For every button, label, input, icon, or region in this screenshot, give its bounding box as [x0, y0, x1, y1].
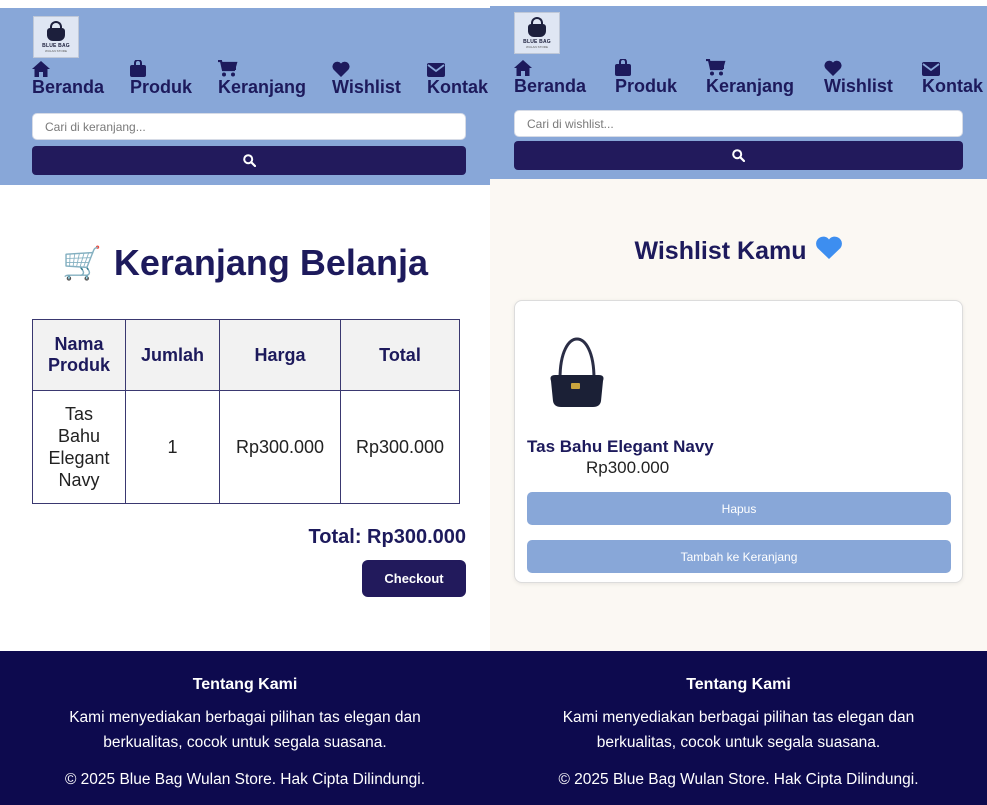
nav-item-beranda[interactable]: Beranda — [514, 58, 586, 96]
envelope-icon — [922, 58, 940, 76]
wishlist-title-text: Wishlist Kamu — [634, 237, 807, 265]
heart-icon — [332, 59, 350, 77]
nav-label: Produk — [130, 77, 193, 97]
logo-tagline-text: WULAN STORE — [526, 45, 548, 49]
nav-label: Keranjang — [218, 77, 307, 97]
cart-icon — [706, 58, 726, 76]
checkout-button[interactable]: Checkout — [362, 560, 466, 597]
shopping-bag-icon — [130, 59, 146, 77]
cell-quantity: 1 — [125, 390, 220, 504]
site-footer: Tentang Kami Kami menyediakan berbagai p… — [490, 651, 987, 805]
nav-item-produk[interactable]: Produk — [615, 58, 677, 96]
nav-item-wishlist[interactable]: Wishlist — [824, 58, 893, 96]
nav-item-beranda[interactable]: Beranda — [32, 59, 104, 97]
nav-item-keranjang[interactable]: Keranjang — [218, 59, 306, 97]
nav-label: Wishlist — [332, 77, 401, 97]
footer-description: Kami menyediakan berbagai pilihan tas el… — [0, 705, 490, 755]
wishlist-page-title: Wishlist Kamu — [490, 236, 987, 267]
product-image[interactable] — [545, 331, 609, 409]
nav-item-produk[interactable]: Produk — [130, 59, 192, 97]
nav-item-kontak[interactable]: Kontak — [427, 59, 488, 97]
shopping-cart-emoji-icon: 🛒 — [62, 245, 102, 281]
nav-label: Beranda — [32, 77, 105, 97]
heart-icon — [824, 58, 842, 76]
overflow-column-edge — [459, 319, 468, 391]
cell-total: Rp300.000 — [340, 390, 460, 504]
home-icon — [32, 59, 50, 77]
cart-search-input[interactable] — [32, 113, 466, 140]
cart-page-title: 🛒 Keranjang Belanja — [0, 242, 490, 284]
cell-price: Rp300.000 — [219, 390, 341, 504]
table-row: Tas Bahu Elegant Navy 1 Rp300.000 Rp300.… — [32, 390, 468, 504]
nav-label: Keranjang — [706, 76, 795, 96]
site-footer: Tentang Kami Kami menyediakan berbagai p… — [0, 651, 490, 805]
remove-from-wishlist-button[interactable]: Hapus — [527, 492, 951, 525]
cart-title-text: Keranjang Belanja — [113, 242, 428, 283]
brand-logo[interactable]: BLUE BAG WULAN STORE — [33, 16, 79, 58]
wishlist-page-panel: BLUE BAG WULAN STORE Beranda Produk Kera… — [490, 0, 987, 805]
cart-table-header-row: Nama Produk Jumlah Harga Total — [32, 319, 468, 391]
nav-label: Kontak — [922, 76, 984, 96]
overflow-column-edge — [459, 390, 468, 504]
site-header: BLUE BAG WULAN STORE Beranda Produk Kera… — [0, 8, 490, 185]
site-header: BLUE BAG WULAN STORE Beranda Produk Kera… — [490, 6, 987, 179]
footer-copyright: © 2025 Blue Bag Wulan Store. Hak Cipta D… — [558, 771, 919, 788]
footer-description-line: berkualitas, cocok untuk segala suasana. — [596, 734, 881, 751]
nav-item-wishlist[interactable]: Wishlist — [332, 59, 401, 97]
envelope-icon — [427, 59, 445, 77]
footer-description-line: berkualitas, cocok untuk segala suasana. — [103, 734, 387, 751]
nav-label: Produk — [615, 76, 678, 96]
cart-page-panel: BLUE BAG WULAN STORE Beranda Produk Kera… — [0, 0, 490, 805]
shopping-bag-icon — [615, 58, 631, 76]
cart-icon — [218, 59, 238, 77]
product-name: Tas Bahu Elegant Navy — [527, 437, 714, 456]
nav-label: Beranda — [514, 76, 587, 96]
handbag-logo-icon — [45, 21, 67, 41]
search-icon — [732, 149, 745, 162]
wishlist-search-input[interactable] — [514, 110, 963, 137]
wishlist-search-button[interactable] — [514, 141, 963, 170]
brand-logo[interactable]: BLUE BAG WULAN STORE — [514, 12, 560, 54]
cart-table: Nama Produk Jumlah Harga Total Tas Bahu … — [32, 319, 468, 504]
navy-shoulder-bag-icon — [550, 337, 604, 407]
footer-copyright: © 2025 Blue Bag Wulan Store. Hak Cipta D… — [64, 771, 426, 788]
handbag-logo-icon — [526, 17, 548, 37]
footer-description-line: Kami menyediakan berbagai pilihan tas el… — [562, 709, 915, 726]
product-price: Rp300.000 — [586, 458, 670, 477]
nav-label: Wishlist — [824, 76, 893, 96]
nav-item-kontak[interactable]: Kontak — [922, 58, 983, 96]
home-icon — [514, 58, 532, 76]
cart-search-button[interactable] — [32, 146, 466, 175]
cart-grand-total: Total: Rp300.000 — [308, 526, 466, 548]
footer-description: Kami menyediakan berbagai pilihan tas el… — [490, 705, 987, 755]
nav-label: Kontak — [427, 77, 489, 97]
column-header-harga: Harga — [219, 319, 341, 391]
column-header-jumlah: Jumlah — [125, 319, 220, 391]
footer-title: Tentang Kami — [192, 676, 298, 693]
footer-description-line: Kami menyediakan berbagai pilihan tas el… — [69, 709, 421, 726]
cell-product-name: Tas Bahu Elegant Navy — [32, 390, 126, 504]
nav-item-keranjang[interactable]: Keranjang — [706, 58, 794, 96]
column-header-nama-produk: Nama Produk — [32, 319, 126, 391]
footer-title: Tentang Kami — [686, 676, 791, 693]
logo-tagline-text: WULAN STORE — [45, 49, 67, 53]
column-header-total: Total — [340, 319, 460, 391]
add-to-cart-button[interactable]: Tambah ke Keranjang — [527, 540, 951, 573]
search-icon — [242, 154, 256, 167]
wishlist-item-card: Tas Bahu Elegant Navy Rp300.000 Hapus Ta… — [514, 300, 963, 583]
blue-heart-icon — [815, 236, 843, 267]
